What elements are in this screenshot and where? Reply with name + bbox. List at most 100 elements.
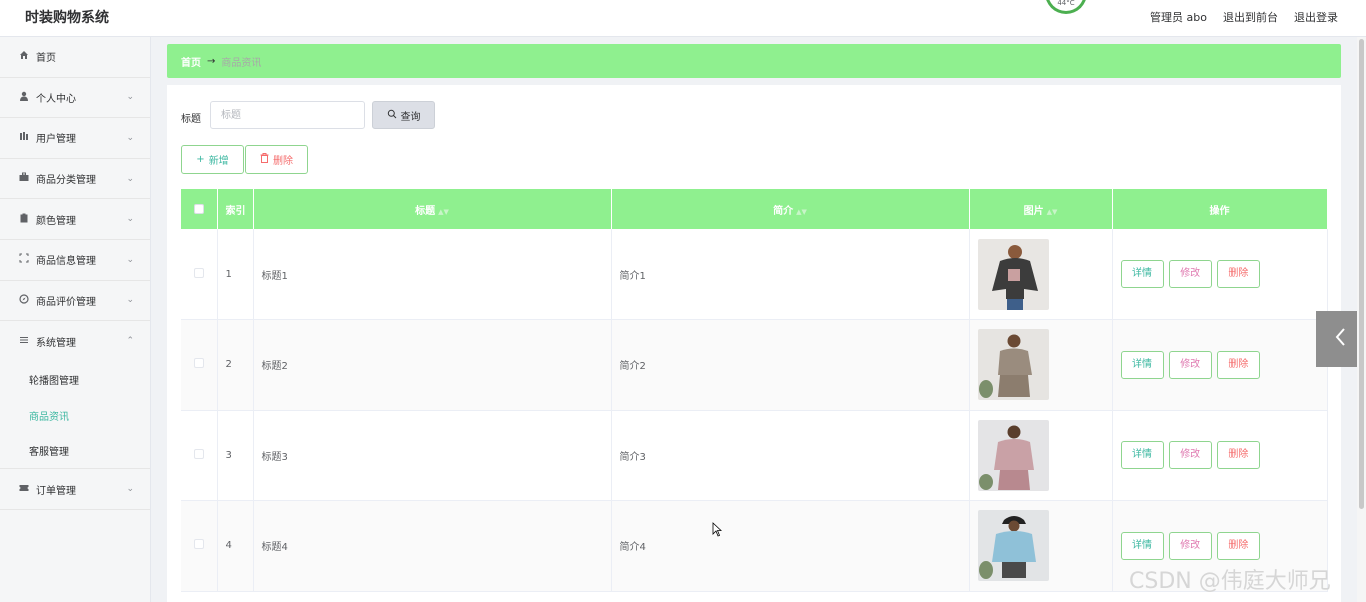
select-all-checkbox[interactable]: [193, 203, 204, 214]
add-button[interactable]: + 新增: [181, 145, 244, 174]
row-checkbox[interactable]: [193, 267, 204, 278]
product-photo[interactable]: [977, 329, 1049, 401]
row-select-cell[interactable]: [181, 229, 218, 320]
delete-button[interactable]: 删除: [1216, 350, 1260, 379]
admin-user-link[interactable]: 管理员 abo: [1150, 9, 1207, 25]
row-index: 3: [217, 410, 254, 501]
sort-icon[interactable]: ▲▼: [438, 208, 449, 216]
plus-icon: +: [196, 154, 205, 165]
sidebar-item-color[interactable]: 颜色管理 ⌄: [0, 199, 150, 240]
detail-button[interactable]: 详情: [1120, 441, 1164, 470]
detail-button[interactable]: 详情: [1120, 350, 1164, 379]
column-header-intro[interactable]: 简介 ▲▼: [611, 189, 970, 229]
sidebar-item-profile[interactable]: 个人中心 ⌄: [0, 78, 150, 119]
submenu-item-news[interactable]: 商品资讯: [0, 397, 150, 433]
sidebar: 首页 个人中心 ⌄ 用户管理 ⌄ 商品分类管理 ⌄ 颜色管理 ⌄ 商品信息管理 …: [0, 37, 151, 602]
search-label: 标题: [181, 114, 201, 125]
row-checkbox[interactable]: [193, 448, 204, 459]
row-image-cell: [969, 319, 1113, 411]
column-header-image[interactable]: 图片 ▲▼: [969, 189, 1113, 229]
product-photo[interactable]: [977, 510, 1049, 582]
row-image-cell: [969, 229, 1113, 320]
row-select-cell[interactable]: [181, 319, 218, 411]
chevron-left-icon: [1334, 327, 1348, 351]
main-content: 标题 查询 + 新增 删除 索引 标题▲▼ 简介▲▼ 图片▲▼ 操作: [167, 85, 1341, 602]
fullscreen-icon: [18, 253, 30, 266]
edit-button[interactable]: 修改: [1168, 531, 1212, 560]
chevron-down-icon: ⌄: [126, 254, 134, 265]
mouse-cursor-icon: [712, 522, 723, 541]
edit-button[interactable]: 修改: [1168, 350, 1212, 379]
sidebar-item-label: 商品信息管理: [36, 256, 96, 268]
watermark: CSDN @伟庭大师兄: [1129, 569, 1331, 594]
submenu-item-service[interactable]: 客服管理: [0, 433, 150, 469]
row-image-cell: [969, 500, 1113, 592]
search-input[interactable]: [210, 101, 365, 129]
row-intro: 简介3: [611, 410, 970, 501]
row-select-cell[interactable]: [181, 500, 218, 592]
query-button[interactable]: 查询: [372, 101, 435, 129]
breadcrumb: 首页 → 商品资讯: [167, 44, 1341, 78]
chevron-down-icon: ⌄: [126, 295, 134, 306]
sidebar-item-product-info[interactable]: 商品信息管理 ⌄: [0, 240, 150, 281]
sidebar-item-system[interactable]: 系统管理 ⌃: [0, 321, 150, 362]
product-photo[interactable]: [977, 238, 1049, 310]
page-scrollbar[interactable]: [1357, 37, 1366, 602]
row-ops-cell: 详情 修改 删除: [1112, 410, 1328, 501]
row-checkbox[interactable]: [193, 358, 204, 369]
sort-icon[interactable]: ▲▼: [1047, 208, 1058, 216]
sidebar-item-home[interactable]: 首页: [0, 37, 150, 78]
detail-button[interactable]: 详情: [1120, 260, 1164, 288]
column-header-title[interactable]: 标题 ▲▼: [253, 189, 612, 229]
query-button-label: 查询: [400, 111, 421, 123]
sidebar-item-label: 订单管理: [36, 485, 76, 497]
row-intro: 简介1: [611, 229, 970, 320]
batch-delete-button[interactable]: 删除: [245, 145, 308, 174]
search-icon: [387, 109, 397, 122]
product-photo[interactable]: [977, 419, 1049, 491]
delete-button[interactable]: 删除: [1216, 260, 1260, 288]
detail-button[interactable]: 详情: [1120, 531, 1164, 560]
scrollbar-thumb[interactable]: [1359, 39, 1364, 509]
row-image-cell: [969, 410, 1113, 501]
chevron-down-icon: ⌄: [126, 214, 134, 225]
news-table: 索引 标题 ▲▼ 简介 ▲▼ 图片 ▲▼ 操作 1 标题1 简介1 详情 修改 …: [181, 189, 1328, 592]
row-title: 标题3: [253, 410, 612, 501]
weather-badge: 44°C: [1045, 0, 1087, 14]
table-row: 3 标题3 简介3 详情 修改 删除: [181, 410, 1328, 501]
breadcrumb-arrow-icon: →: [207, 55, 216, 67]
submenu-item-carousel[interactable]: 轮播图管理: [0, 362, 150, 398]
column-intro-label: 简介: [773, 205, 794, 217]
clipboard-icon: [18, 213, 30, 226]
chevron-down-icon: ⌄: [126, 484, 134, 495]
edit-button[interactable]: 修改: [1168, 441, 1212, 470]
chevron-down-icon: ⌄: [126, 132, 134, 143]
row-ops-cell: 详情 修改 删除: [1112, 319, 1328, 411]
row-intro: 简介2: [611, 319, 970, 411]
delete-button[interactable]: 删除: [1216, 441, 1260, 470]
system-submenu: 轮播图管理 商品资讯 客服管理: [0, 362, 150, 470]
sidebar-item-label: 首页: [36, 53, 56, 65]
top-links: 管理员 abo 退出到前台 退出登录: [1150, 9, 1338, 25]
edit-button[interactable]: 修改: [1168, 260, 1212, 288]
chevron-down-icon: ⌄: [126, 92, 134, 103]
delete-button[interactable]: 删除: [1216, 531, 1260, 560]
breadcrumb-home[interactable]: 首页: [181, 54, 201, 69]
select-all-cell[interactable]: [181, 189, 218, 229]
sidebar-item-review[interactable]: 商品评价管理 ⌄: [0, 281, 150, 322]
row-select-cell[interactable]: [181, 410, 218, 501]
sidebar-item-orders[interactable]: 订单管理 ⌄: [0, 469, 150, 510]
row-checkbox[interactable]: [193, 539, 204, 550]
sidebar-item-label: 商品评价管理: [36, 296, 96, 308]
home-icon: [18, 50, 30, 63]
logout-link[interactable]: 退出登录: [1294, 9, 1338, 25]
to-front-link[interactable]: 退出到前台: [1223, 9, 1278, 25]
table-header-row: 索引 标题 ▲▼ 简介 ▲▼ 图片 ▲▼ 操作: [181, 189, 1328, 229]
sidebar-item-category[interactable]: 商品分类管理 ⌄: [0, 159, 150, 200]
sidebar-item-label: 颜色管理: [36, 215, 76, 227]
compass-icon: [18, 294, 30, 307]
row-index: 1: [217, 229, 254, 320]
sort-icon[interactable]: ▲▼: [796, 208, 807, 216]
row-index: 2: [217, 319, 254, 411]
sidebar-item-users[interactable]: 用户管理 ⌄: [0, 118, 150, 159]
